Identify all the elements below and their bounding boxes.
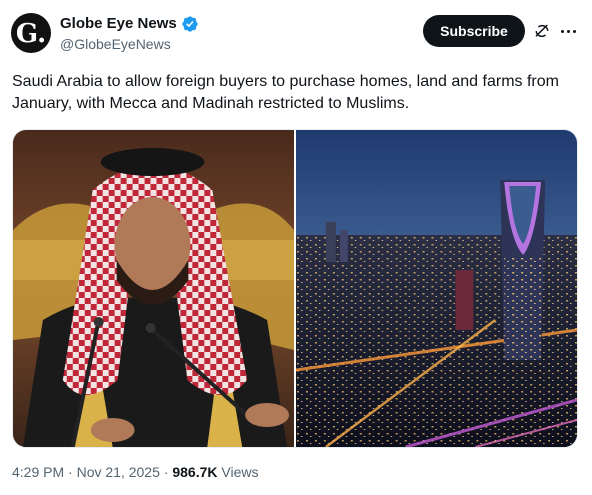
tweet-meta: 4:29 PM · Nov 21, 2025 · 986.7K Views (12, 463, 258, 481)
author-block: Globe Eye News @GlobeEyeNews (60, 15, 199, 53)
more-icon[interactable] (558, 22, 578, 40)
author-handle[interactable]: @GlobeEyeNews (60, 35, 199, 53)
meta-separator: · (64, 464, 77, 480)
meta-separator: · (159, 464, 173, 480)
media-image-left[interactable] (13, 130, 294, 447)
more-dot (572, 29, 576, 33)
grok-icon[interactable] (533, 22, 551, 40)
more-dot (560, 29, 564, 33)
more-dot (566, 29, 570, 33)
tweet-text: Saudi Arabia to allow foreign buyers to … (12, 73, 559, 112)
avatar[interactable]: G. (11, 13, 51, 53)
display-name[interactable]: Globe Eye News (60, 15, 177, 33)
views-count[interactable]: 986.7K (172, 464, 217, 480)
display-name-row: Globe Eye News (60, 15, 199, 33)
subscribe-button[interactable]: Subscribe (423, 15, 525, 47)
verified-badge-icon (182, 16, 198, 32)
tweet-date[interactable]: Nov 21, 2025 (77, 464, 160, 480)
views-label: Views (217, 464, 259, 480)
riyadh-skyline-photo (296, 130, 577, 447)
tweet-time[interactable]: 4:29 PM (12, 464, 64, 480)
media-image-right[interactable] (296, 130, 577, 447)
portrait-photo (13, 130, 294, 447)
avatar-logo: G. (15, 18, 47, 49)
tweet-media[interactable] (12, 129, 578, 448)
